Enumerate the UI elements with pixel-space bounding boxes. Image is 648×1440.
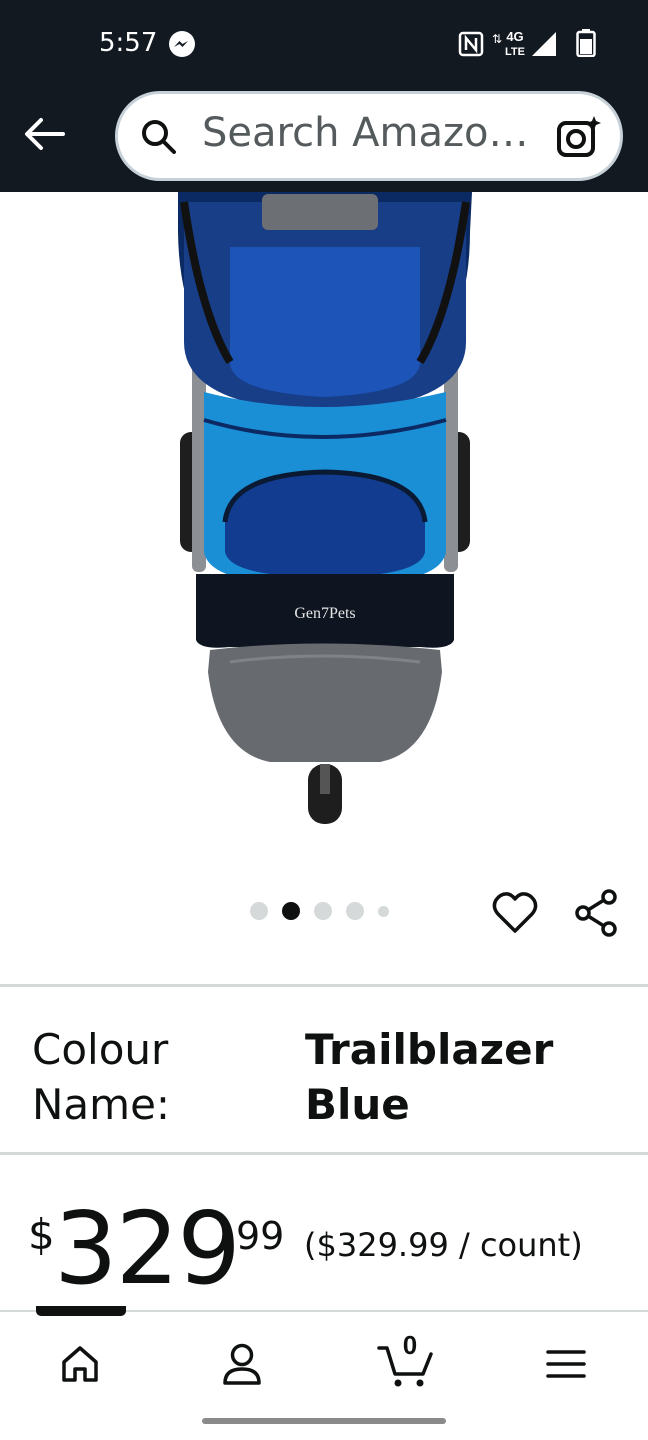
camera-lens-icon[interactable] [556,114,602,160]
gesture-home-bar[interactable] [202,1418,446,1424]
brand-logo: Gen7Pets [294,605,355,622]
active-tab-indicator [36,1306,126,1316]
divider [0,1152,648,1155]
back-arrow-icon [25,118,65,150]
image-carousel-dots[interactable] [250,902,389,920]
price-fraction: 99 [236,1214,285,1258]
price-symbol: $ [28,1210,55,1259]
person-icon [223,1343,261,1385]
battery-icon [576,29,596,57]
pet-stroller-image[interactable]: Gen7Pets [170,192,480,832]
nfc-icon [458,31,484,57]
data-indicator: ⇅ 4G LTE [492,29,525,59]
status-bar: 5:57 ⇅ 4G LTE [0,0,648,88]
carousel-dot[interactable] [250,902,268,920]
nav-home[interactable] [54,1338,106,1390]
search-input[interactable]: Search Amazo… [202,110,528,156]
nav-menu[interactable] [540,1338,592,1390]
carousel-dot[interactable] [314,902,332,920]
nav-account[interactable] [216,1338,268,1390]
cart-count-badge: 0 [402,1330,418,1360]
back-button[interactable] [20,110,68,158]
share-icon[interactable] [574,888,620,938]
bottom-navigation [0,1306,648,1410]
heart-icon[interactable] [492,890,538,936]
home-icon [62,1346,98,1382]
carousel-dot-active[interactable] [282,902,300,920]
colour-name-value: Trailblazer Blue [305,1025,554,1129]
carousel-dot[interactable] [346,902,364,920]
signal-icon [532,32,556,56]
status-time: 5:57 [99,28,158,58]
divider [0,984,648,987]
app-header: Search Amazo… [0,88,648,192]
search-icon [142,120,176,154]
unit-price: ($329.99 / count) [304,1226,583,1264]
carousel-dot[interactable] [378,905,389,917]
messenger-icon [169,31,195,57]
hamburger-menu-icon [546,1350,586,1378]
colour-name-label: Colour Name: [32,1025,171,1129]
price-whole: 329 [54,1190,241,1307]
search-bar[interactable]: Search Amazo… [115,91,623,181]
